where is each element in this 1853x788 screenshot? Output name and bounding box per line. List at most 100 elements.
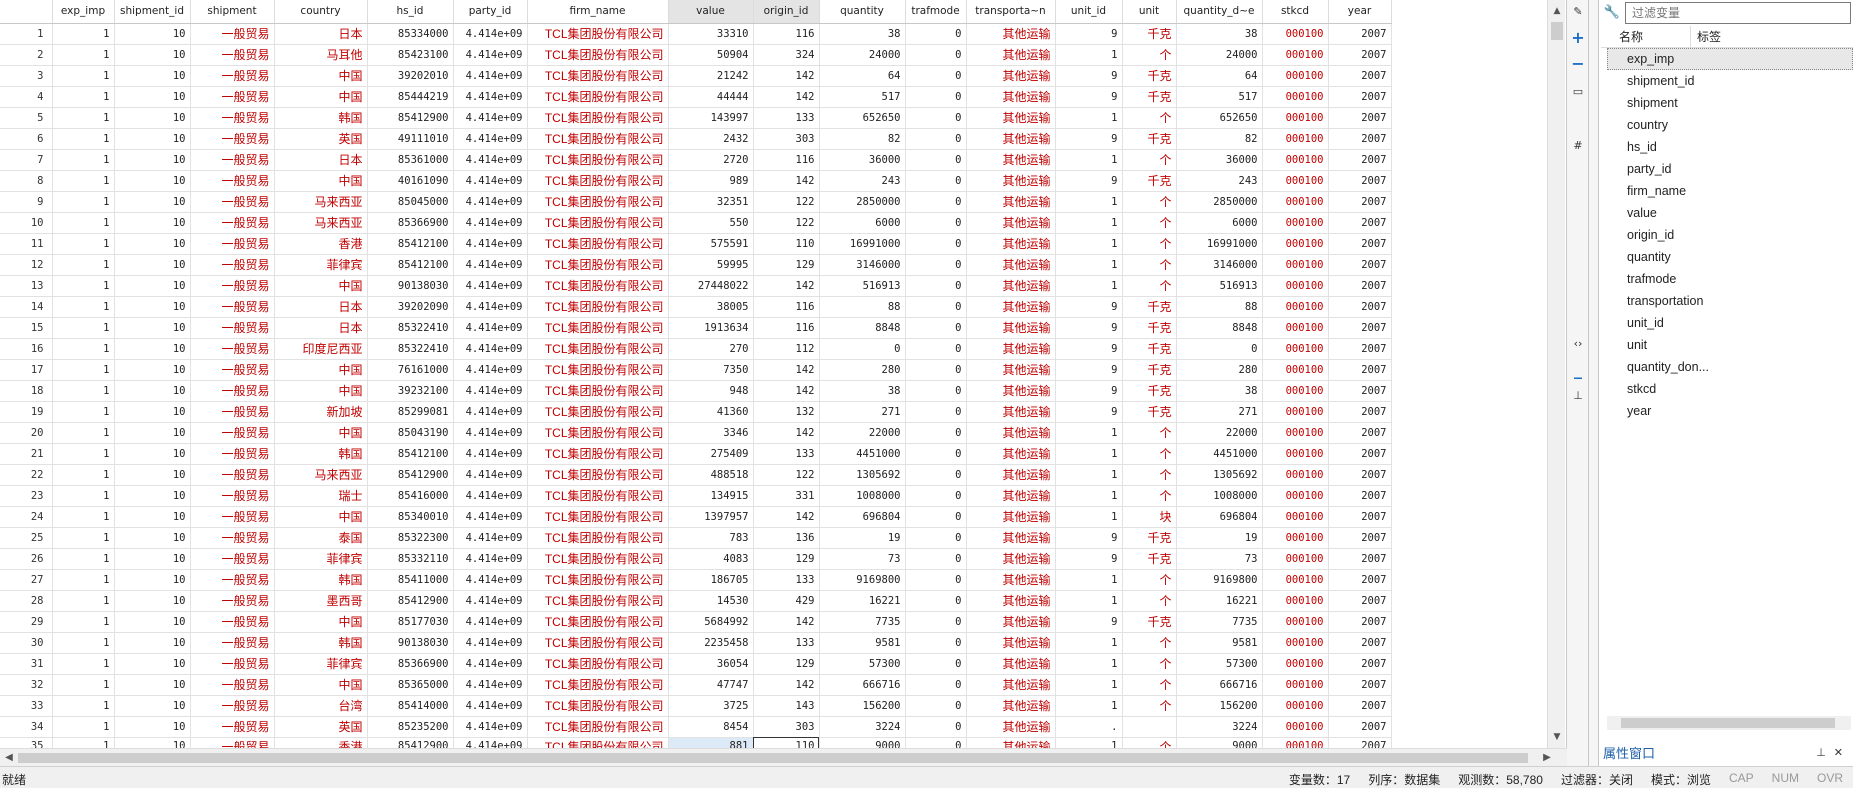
table-cell[interactable]: TCL集团股份有限公司 [527, 485, 669, 507]
table-cell[interactable]: 10 [114, 107, 191, 129]
table-cell[interactable]: 1 [52, 149, 115, 171]
table-cell[interactable]: 2007 [1328, 548, 1392, 570]
table-cell[interactable]: TCL集团股份有限公司 [527, 254, 669, 276]
table-cell[interactable]: 38 [819, 380, 906, 402]
variables-horizontal-scrollbar[interactable] [1607, 716, 1851, 730]
table-cell[interactable]: 0 [905, 422, 967, 444]
table-cell[interactable]: TCL集团股份有限公司 [527, 338, 669, 360]
table-cell[interactable]: TCL集团股份有限公司 [527, 317, 669, 339]
table-cell[interactable]: 1 [52, 548, 115, 570]
table-cell[interactable]: 4.414e+09 [453, 653, 528, 675]
table-cell[interactable]: 142 [753, 380, 820, 402]
table-cell[interactable]: 2007 [1328, 233, 1392, 255]
table-cell[interactable]: 中国 [274, 506, 368, 528]
table-cell[interactable]: 一般贸易 [190, 422, 275, 444]
table-cell[interactable]: 85366900 [367, 653, 454, 675]
table-cell[interactable]: TCL集团股份有限公司 [527, 737, 669, 748]
table-cell[interactable]: TCL集团股份有限公司 [527, 44, 669, 66]
table-cell[interactable]: 0 [905, 653, 967, 675]
table-cell[interactable]: 243 [819, 170, 906, 192]
table-cell[interactable]: 8454 [668, 716, 754, 738]
table-cell[interactable]: 其他运输 [966, 527, 1056, 549]
table-cell[interactable]: 一般贸易 [190, 737, 275, 748]
table-cell[interactable]: 10 [114, 464, 191, 486]
table-cell[interactable]: 千克 [1122, 23, 1177, 45]
table-cell[interactable]: 116 [753, 149, 820, 171]
table-cell[interactable]: 000100 [1262, 716, 1329, 738]
table-cell[interactable]: 一般贸易 [190, 653, 275, 675]
table-cell[interactable]: 4.414e+09 [453, 296, 528, 318]
table-cell[interactable]: 1 [52, 296, 115, 318]
table-cell[interactable]: 中国 [274, 275, 368, 297]
table-cell[interactable]: 280 [1176, 359, 1263, 381]
table-cell[interactable]: 271 [819, 401, 906, 423]
table-cell[interactable]: 一般贸易 [190, 485, 275, 507]
table-cell[interactable]: 000100 [1262, 191, 1329, 213]
table-cell[interactable]: 10 [114, 548, 191, 570]
table-cell[interactable]: 517 [819, 86, 906, 108]
variable-list-item[interactable]: hs_id [1607, 136, 1853, 158]
table-cell[interactable]: 142 [753, 506, 820, 528]
table-cell[interactable]: 2007 [1328, 338, 1392, 360]
table-cell[interactable]: 10 [114, 149, 191, 171]
table-cell[interactable]: 142 [753, 275, 820, 297]
table-cell[interactable]: 1 [1055, 233, 1123, 255]
pin-close-icon[interactable]: ⊥✕ [1816, 746, 1851, 759]
add-icon[interactable]: + [1570, 30, 1586, 46]
variable-list-item[interactable]: quantity_don... [1607, 356, 1853, 378]
table-cell[interactable]: 个 [1122, 191, 1177, 213]
table-cell[interactable]: 中国 [274, 611, 368, 633]
table-cell[interactable]: 10 [114, 695, 191, 717]
variable-list-item[interactable]: quantity [1607, 246, 1853, 268]
table-cell[interactable]: 2007 [1328, 632, 1392, 654]
table-cell[interactable]: 516913 [1176, 275, 1263, 297]
table-cell[interactable]: 个 [1122, 275, 1177, 297]
pin-icon[interactable]: ✎ [1570, 4, 1586, 20]
table-cell[interactable]: 142 [753, 674, 820, 696]
table-cell[interactable]: 一般贸易 [190, 527, 275, 549]
table-cell[interactable]: 1 [1055, 275, 1123, 297]
table-cell[interactable]: 1 [52, 128, 115, 150]
table-cell[interactable]: 2850000 [1176, 191, 1263, 213]
table-cell[interactable]: 其他运输 [966, 569, 1056, 591]
table-cell[interactable]: 948 [668, 380, 754, 402]
table-cell[interactable]: 1 [1055, 149, 1123, 171]
table-cell[interactable]: 85340010 [367, 506, 454, 528]
variable-list-item[interactable]: firm_name [1607, 180, 1853, 202]
table-cell[interactable]: 16991000 [819, 233, 906, 255]
table-cell[interactable]: 000100 [1262, 569, 1329, 591]
table-cell[interactable]: 85366900 [367, 212, 454, 234]
table-cell[interactable]: 85043190 [367, 422, 454, 444]
table-cell[interactable]: 一般贸易 [190, 107, 275, 129]
table-cell[interactable]: 85322410 [367, 338, 454, 360]
table-cell[interactable]: 143997 [668, 107, 754, 129]
column-header[interactable]: stkcd [1262, 0, 1329, 24]
table-cell[interactable]: 4.414e+09 [453, 569, 528, 591]
table-cell[interactable]: 36000 [1176, 149, 1263, 171]
table-cell[interactable]: 其他运输 [966, 254, 1056, 276]
table-cell[interactable]: 50904 [668, 44, 754, 66]
table-cell[interactable]: 其他运输 [966, 443, 1056, 465]
table-cell[interactable]: 千克 [1122, 86, 1177, 108]
table-cell[interactable] [1122, 716, 1177, 738]
table-cell[interactable]: 其他运输 [966, 86, 1056, 108]
table-cell[interactable]: 0 [905, 275, 967, 297]
table-cell[interactable]: 4.414e+09 [453, 212, 528, 234]
table-cell[interactable]: 85365000 [367, 674, 454, 696]
table-cell[interactable]: 1 [52, 611, 115, 633]
table-cell[interactable]: 个 [1122, 464, 1177, 486]
table-cell[interactable]: 个 [1122, 485, 1177, 507]
table-cell[interactable]: 1 [52, 569, 115, 591]
table-cell[interactable]: 6000 [1176, 212, 1263, 234]
table-cell[interactable]: 1 [52, 170, 115, 192]
variable-list-item[interactable]: year [1607, 400, 1853, 422]
table-cell[interactable]: 4.414e+09 [453, 674, 528, 696]
table-cell[interactable]: 16221 [1176, 590, 1263, 612]
table-cell[interactable]: 10 [114, 296, 191, 318]
table-cell[interactable]: 122 [753, 464, 820, 486]
table-cell[interactable]: 38 [1176, 380, 1263, 402]
table-cell[interactable]: 一般贸易 [190, 254, 275, 276]
table-cell[interactable]: 一般贸易 [190, 86, 275, 108]
table-cell[interactable]: 4.414e+09 [453, 65, 528, 87]
table-cell[interactable]: 1 [1055, 653, 1123, 675]
